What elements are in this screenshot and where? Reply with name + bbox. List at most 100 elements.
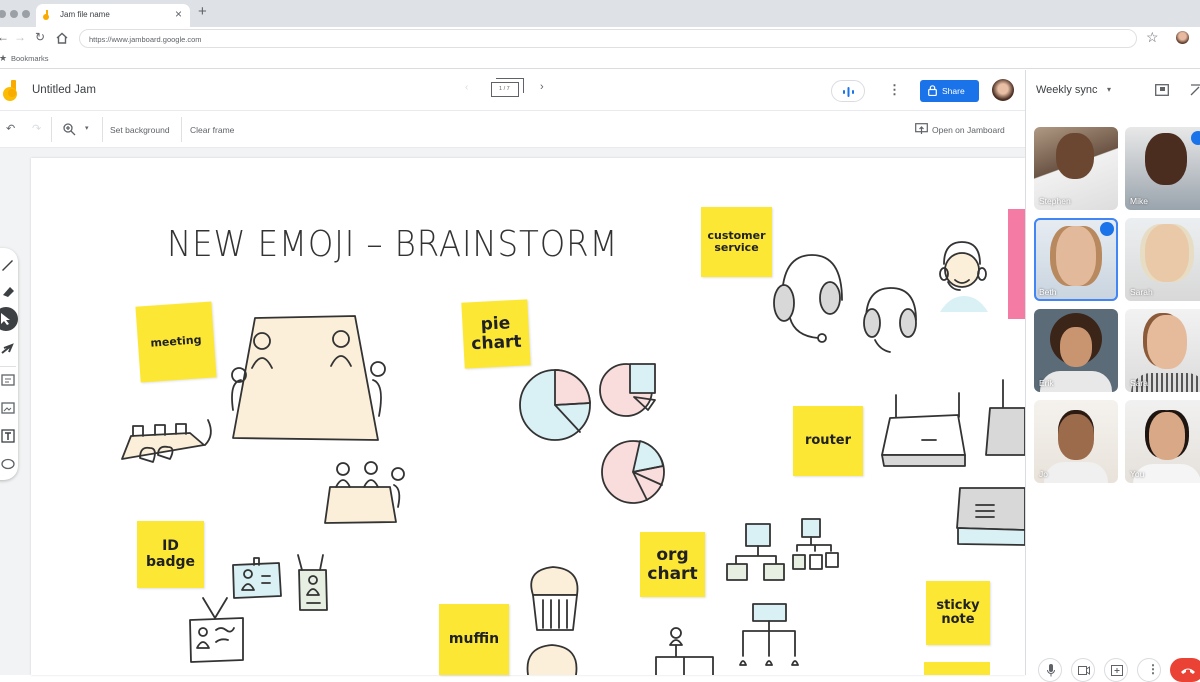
clear-frame-button[interactable]: Clear frame	[190, 125, 234, 135]
picture-in-picture-icon[interactable]	[1155, 84, 1169, 96]
participant-tile[interactable]: Erik	[1034, 309, 1118, 392]
jamboard-header: Untitled Jam ‹ 1 / 7 › ⋮ Share	[0, 70, 1025, 111]
canvas-title[interactable]: NEW EMOJI – BRAINSTORM	[167, 224, 618, 265]
audio-level-icon	[843, 87, 854, 97]
frame-counter: 1 / 7	[499, 86, 510, 92]
select-tool-button[interactable]	[0, 307, 18, 331]
window-minimize-dot[interactable]	[10, 10, 18, 18]
camera-icon	[1078, 666, 1090, 675]
participant-tile[interactable]: Stephen	[1034, 127, 1118, 210]
sticky-note-sticky-note[interactable]: sticky note	[926, 581, 990, 645]
jamboard-favicon-icon	[43, 10, 49, 20]
url-text: https://www.jamboard.google.com	[89, 35, 202, 44]
new-tab-icon[interactable]: +	[198, 3, 207, 20]
meet-side-panel: Weekly sync ▾ Stephen Mike Beth Sarah Er…	[1025, 70, 1200, 682]
sticky-note-router[interactable]: router	[793, 406, 863, 476]
call-more-options-button[interactable]: ⋮	[1137, 658, 1161, 682]
browser-tab-strip: Jam file name × +	[0, 0, 1200, 27]
browser-nav-bar: ← → ↻ https://www.jamboard.google.com ☆	[0, 27, 1200, 50]
participant-name: Erik	[1039, 378, 1054, 388]
reload-icon[interactable]: ↻	[35, 30, 45, 44]
participant-name: Beth	[1039, 287, 1057, 297]
toolbar-divider	[181, 117, 182, 142]
share-button[interactable]: Share	[920, 80, 979, 102]
shape-tool-icon[interactable]	[0, 456, 16, 472]
lock-icon	[928, 85, 937, 96]
text-box-tool-icon[interactable]	[0, 428, 16, 444]
undo-icon[interactable]: ↶	[6, 122, 15, 135]
zoom-dropdown-icon[interactable]: ▾	[85, 124, 89, 132]
laser-tool-icon[interactable]	[0, 340, 16, 356]
participant-tile[interactable]: Sara	[1125, 309, 1200, 392]
toolbar-divider	[51, 117, 52, 142]
pen-tool-icon[interactable]	[0, 256, 16, 272]
share-label: Share	[942, 86, 965, 96]
sticky-note-tool-icon[interactable]	[0, 372, 16, 388]
zoom-icon[interactable]	[63, 123, 76, 136]
redo-icon[interactable]: ↷	[32, 122, 41, 135]
forward-icon[interactable]: →	[14, 30, 26, 44]
meeting-title[interactable]: Weekly sync	[1036, 84, 1098, 96]
frame-navigator: ‹ 1 / 7 ›	[463, 78, 553, 102]
browser-profile-avatar[interactable]	[1176, 31, 1189, 44]
bookmarks-bar: ★ Bookmarks	[0, 50, 1200, 69]
participant-tile[interactable]: You	[1125, 400, 1200, 483]
participant-tile[interactable]: Sarah	[1125, 218, 1200, 301]
sticky-note-pie-chart[interactable]: pie chart	[461, 299, 531, 369]
next-frame-icon[interactable]: ›	[540, 81, 544, 93]
participant-name: Stephen	[1039, 196, 1071, 206]
open-on-jamboard-button[interactable]: Open on Jamboard	[932, 125, 1005, 135]
camera-button[interactable]	[1071, 658, 1095, 682]
eraser-tool-icon[interactable]	[0, 283, 16, 299]
speaking-indicator-icon	[1191, 131, 1200, 145]
bookmark-star-icon[interactable]: ☆	[1146, 29, 1159, 46]
participant-tile[interactable]: Jo	[1034, 400, 1118, 483]
participant-name: Sara	[1130, 378, 1148, 388]
window-close-dot[interactable]	[0, 10, 6, 18]
present-button[interactable]	[1104, 658, 1128, 682]
prev-frame-icon[interactable]: ‹	[465, 82, 468, 93]
participant-name: Mike	[1130, 196, 1148, 206]
tab-title: Jam file name	[60, 10, 110, 19]
select-cursor-icon	[1, 313, 10, 325]
back-icon[interactable]: ←	[0, 30, 9, 44]
edit-toolbar: ↶ ↷ ▾ Set background Clear frame Open on…	[0, 111, 1025, 148]
open-on-jamboard-icon	[915, 123, 928, 134]
bookmarks-label[interactable]: Bookmarks	[11, 54, 49, 63]
set-background-button[interactable]: Set background	[110, 125, 170, 135]
user-avatar[interactable]	[992, 79, 1014, 101]
more-vert-icon: ⋮	[1147, 662, 1159, 676]
end-call-button[interactable]	[1170, 658, 1200, 682]
sticky-note-id-badge[interactable]: ID badge	[137, 521, 204, 588]
window-maximize-dot[interactable]	[22, 10, 30, 18]
sticky-note-customer-service[interactable]: customer service	[701, 207, 772, 277]
home-icon[interactable]	[56, 32, 68, 44]
participant-name: Jo	[1039, 469, 1048, 479]
meeting-dropdown-icon[interactable]: ▾	[1107, 85, 1111, 94]
participant-tile[interactable]: Beth	[1034, 218, 1118, 301]
jamboard-logo-icon	[3, 80, 17, 101]
browser-tab[interactable]: Jam file name ×	[36, 4, 190, 27]
hang-up-icon	[1181, 668, 1195, 674]
pop-out-icon[interactable]	[1190, 84, 1200, 96]
document-title[interactable]: Untitled Jam	[32, 84, 96, 96]
participant-name: Sarah	[1130, 287, 1153, 297]
sticky-note-meeting[interactable]: meeting	[135, 301, 217, 383]
toolbar-divider	[102, 117, 103, 142]
participant-name: You	[1130, 469, 1145, 479]
address-bar[interactable]: https://www.jamboard.google.com	[79, 29, 1137, 48]
drawing-tools-palette	[0, 248, 18, 480]
tab-close-icon[interactable]: ×	[175, 7, 182, 21]
frame-thumbnail[interactable]: 1 / 7	[491, 78, 524, 97]
image-tool-icon[interactable]	[0, 400, 16, 416]
microphone-icon	[1047, 664, 1055, 677]
sticky-note-muffin[interactable]: muffin	[439, 604, 509, 675]
participant-tile[interactable]: Mike	[1125, 127, 1200, 210]
sticky-note-org-chart[interactable]: org chart	[640, 532, 705, 597]
speaking-indicator-icon	[1100, 222, 1114, 236]
meet-audio-indicator-button[interactable]	[831, 80, 865, 102]
microphone-button[interactable]	[1038, 658, 1062, 682]
present-screen-icon	[1111, 665, 1123, 676]
bookmarks-star-icon: ★	[0, 53, 8, 63]
more-options-icon[interactable]: ⋮	[888, 82, 901, 98]
